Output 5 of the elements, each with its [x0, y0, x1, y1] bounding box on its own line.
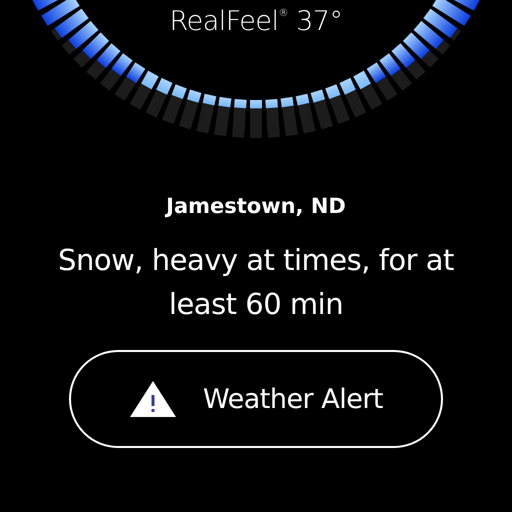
weather-alert-button[interactable]: Weather Alert [69, 350, 443, 448]
realfeel-temperature: RealFeel$^{®}$ 37° [170, 6, 342, 37]
location-name: Jamestown, ND [166, 194, 346, 218]
warning-icon [128, 380, 177, 418]
forecast-text: Snow, heavy at times, for at least 60 min [57, 242, 455, 323]
